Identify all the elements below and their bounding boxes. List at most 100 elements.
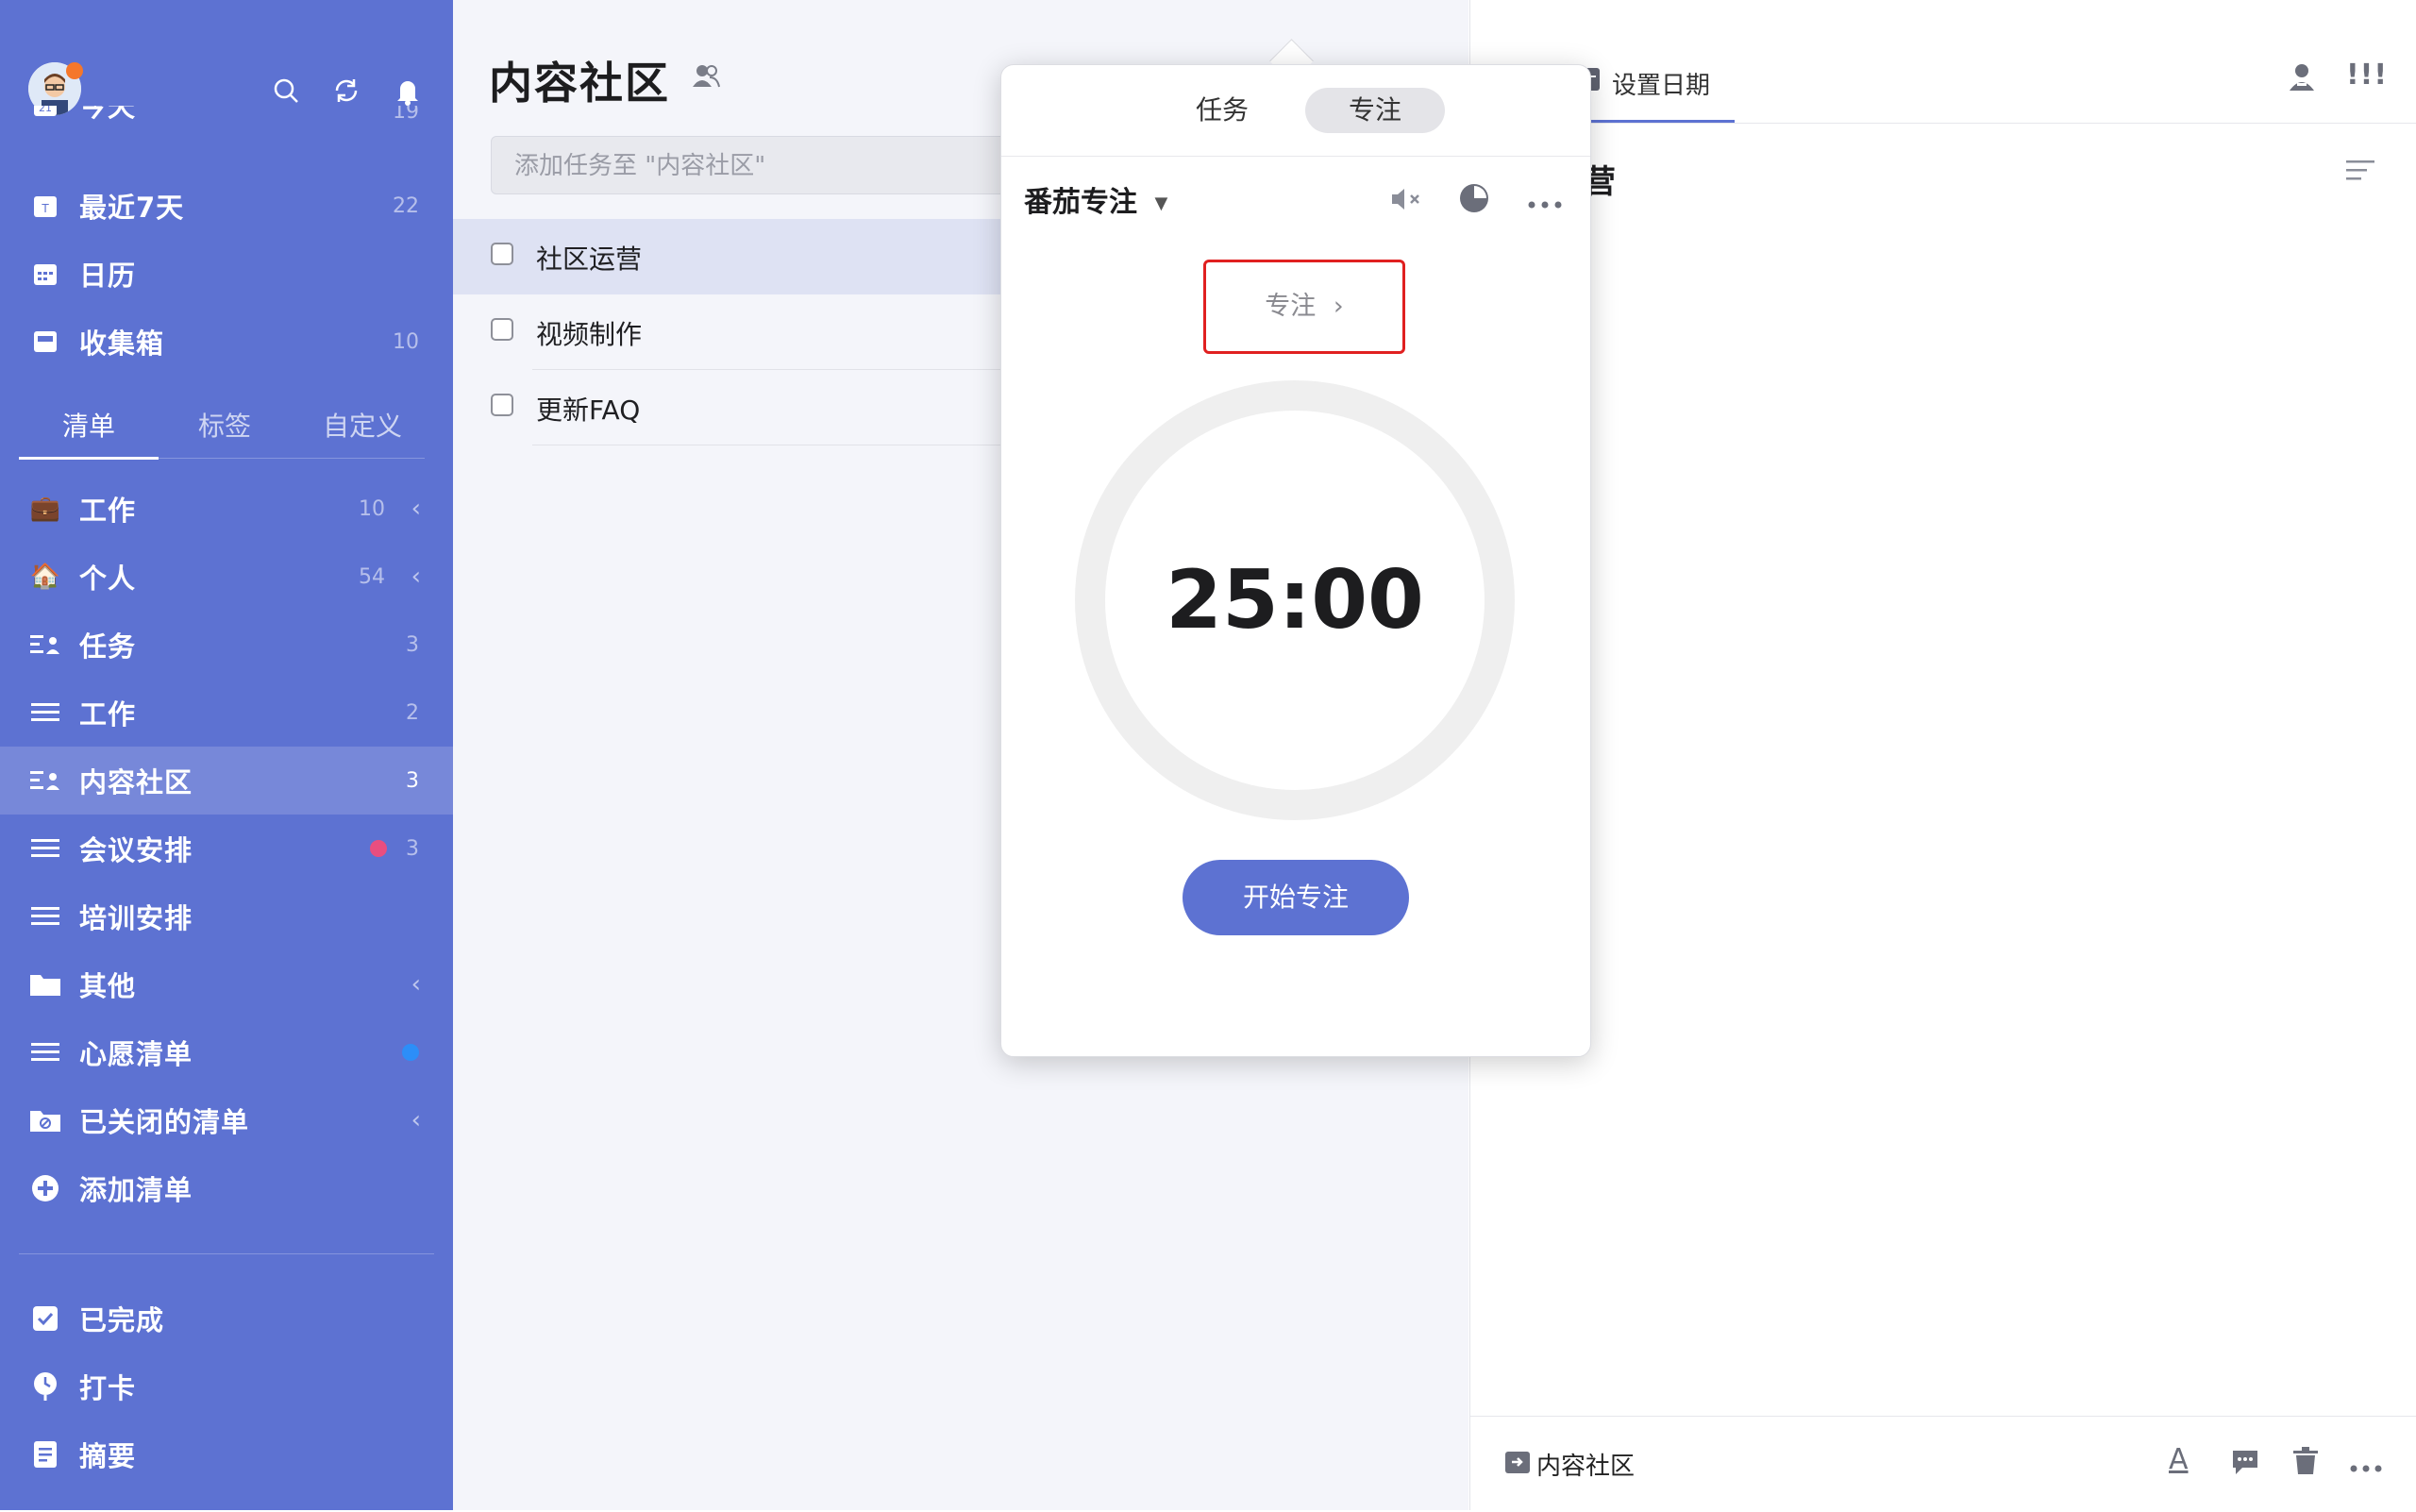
smart-list-label: 今天 [79, 106, 137, 123]
refresh-icon[interactable] [327, 72, 365, 109]
mute-icon[interactable] [1390, 186, 1426, 216]
sidebar-item-habit[interactable]: 打卡 [0, 1352, 453, 1420]
sidebar-item-meetings[interactable]: 会议安排 3 [0, 815, 453, 882]
smart-list-count: 19 [393, 106, 419, 124]
sidebar-item-label: 添加清单 [79, 1174, 193, 1206]
sidebar-item-training[interactable]: 培训安排 [0, 882, 453, 950]
assignee-icon[interactable] [2288, 62, 2316, 96]
tab-task[interactable]: 任务 [1152, 88, 1292, 133]
tab-tags[interactable]: 标签 [155, 396, 294, 457]
house-icon: 🏠 [29, 563, 61, 591]
task-title: 视频制作 [536, 319, 643, 350]
smart-list-label: 最近7天 [79, 192, 185, 224]
sidebar-item-label: 已完成 [79, 1304, 165, 1336]
sidebar-item-count: 54 [359, 564, 385, 589]
smart-list-next7days[interactable]: T 最近7天 22 [0, 172, 453, 240]
checkbox-icon [29, 1302, 61, 1335]
start-focus-button[interactable]: 开始专注 [1183, 860, 1409, 935]
inbox-icon [29, 326, 61, 358]
bell-icon[interactable] [389, 72, 427, 109]
popup-segmented-control: 任务 专注 [1152, 88, 1445, 133]
focus-popup: 任务 专注 番茄专注 ▼ 专注 › 25:00 开始专注 [1000, 64, 1591, 1057]
color-dot [402, 1044, 419, 1061]
tabs-divider [19, 458, 425, 459]
sidebar-item-label: 工作 [79, 495, 137, 527]
sidebar-item-completed[interactable]: 已完成 [0, 1285, 453, 1352]
focus-link-label: 专注 [1265, 292, 1317, 321]
focus-mode-dropdown[interactable]: 番茄专注 ▼ [1024, 178, 1167, 220]
shared-list-icon [29, 764, 61, 797]
tab-custom[interactable]: 自定义 [293, 396, 432, 457]
text-format-icon[interactable]: A [2169, 1443, 2189, 1476]
sidebar-item-personal[interactable]: 🏠 个人 54 ‹ [0, 543, 453, 611]
sidebar-item-count: 2 [406, 700, 419, 725]
summary-icon [29, 1438, 61, 1470]
next7days-icon: T [29, 190, 61, 222]
more-icon[interactable] [1528, 194, 1562, 212]
priority-icon[interactable]: !!! [2346, 59, 2388, 92]
list-selector[interactable]: 内容社区 [1536, 1447, 1635, 1482]
chevron-left-icon[interactable]: ‹ [411, 1106, 421, 1134]
shared-members-icon[interactable] [691, 62, 721, 92]
sidebar-item-label: 任务 [79, 630, 137, 663]
sidebar-item-tasks[interactable]: 任务 3 [0, 611, 453, 679]
svg-text:T: T [41, 202, 49, 215]
focus-target-link[interactable]: 专注 › [1203, 260, 1405, 354]
task-checkbox[interactable] [491, 243, 513, 265]
list-icon [29, 900, 61, 932]
sidebar-item-label: 个人 [79, 563, 137, 595]
task-title: 社区运营 [536, 244, 643, 275]
sidebar-item-label: 内容社区 [79, 766, 193, 798]
search-icon[interactable] [267, 72, 305, 109]
sidebar: 21 今天 19 T 最近7天 22 日历 收集箱 10 清单 标签 自定义 💼… [0, 0, 453, 1510]
description-mode-icon[interactable] [2346, 159, 2374, 187]
archive-folder-icon [29, 1104, 61, 1136]
more-icon[interactable] [2350, 1458, 2382, 1476]
sidebar-item-work-2[interactable]: 工作 2 [0, 679, 453, 747]
move-list-icon[interactable] [1504, 1449, 1531, 1479]
sidebar-item-label: 已关闭的清单 [79, 1106, 250, 1138]
sidebar-item-work[interactable]: 💼 工作 10 ‹ [0, 475, 453, 543]
sidebar-item-other[interactable]: 其他 ‹ [0, 950, 453, 1018]
smart-list-today[interactable]: 21 今天 19 [0, 106, 453, 140]
statistics-icon[interactable] [1458, 182, 1490, 218]
set-date-button[interactable]: 设置日期 [1612, 66, 1710, 101]
sidebar-item-content-community[interactable]: 内容社区 3 [0, 747, 453, 815]
tab-focus[interactable]: 专注 [1305, 88, 1445, 133]
task-detail-panel: 设置日期 !!! 营 内容社区 A [1469, 0, 2416, 1510]
calendar-icon [29, 258, 61, 290]
sidebar-item-label: 工作 [79, 698, 137, 731]
comment-icon[interactable] [2231, 1449, 2259, 1479]
smart-list-inbox[interactable]: 收集箱 10 [0, 308, 453, 376]
smart-list-label: 日历 [79, 260, 137, 292]
sidebar-item-label: 培训安排 [79, 902, 193, 934]
task-checkbox[interactable] [491, 394, 513, 416]
sidebar-item-wishlist[interactable]: 心愿清单 [0, 1018, 453, 1086]
page-title: 内容社区 [489, 58, 670, 109]
bottom-divider [19, 1253, 434, 1254]
sidebar-item-label: 摘要 [79, 1440, 137, 1472]
briefcase-icon: 💼 [29, 495, 61, 523]
habit-icon [29, 1370, 61, 1403]
sidebar-item-label: 其他 [79, 970, 137, 1002]
smart-list-calendar[interactable]: 日历 [0, 240, 453, 308]
shared-list-icon [29, 629, 61, 661]
sidebar-item-count: 3 [406, 768, 419, 793]
today-icon: 21 [29, 106, 61, 121]
chevron-left-icon[interactable]: ‹ [411, 495, 421, 523]
detail-footer: 内容社区 A [1470, 1416, 2416, 1511]
task-checkbox[interactable] [491, 318, 513, 341]
list-icon [29, 1036, 61, 1068]
trash-icon[interactable] [2293, 1447, 2318, 1479]
add-list-button[interactable]: 添加清单 [0, 1154, 453, 1222]
chevron-left-icon[interactable]: ‹ [411, 563, 421, 591]
chevron-left-icon[interactable]: ‹ [411, 970, 421, 999]
list-icon [29, 832, 61, 865]
folder-icon [29, 968, 61, 1000]
sidebar-item-summary[interactable]: 摘要 [0, 1420, 453, 1488]
svg-text:21: 21 [39, 106, 52, 114]
sidebar-item-label: 会议安排 [79, 834, 193, 866]
add-circle-icon [29, 1172, 61, 1204]
tab-lists[interactable]: 清单 [19, 396, 159, 460]
sidebar-item-closed-lists[interactable]: 已关闭的清单 ‹ [0, 1086, 453, 1154]
